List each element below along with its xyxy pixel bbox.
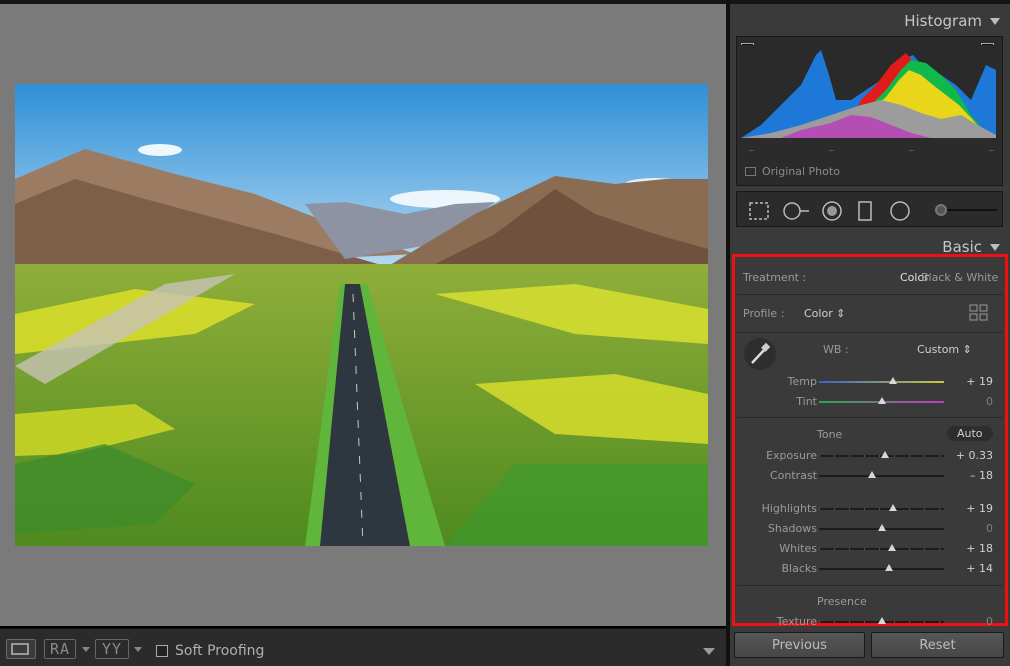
exposure-label: Exposure xyxy=(766,449,817,462)
before-after-button[interactable]: RA xyxy=(44,639,76,659)
basic-panel: Treatment : Color Black & White Profile … xyxy=(732,254,1008,628)
tint-value[interactable]: 0 xyxy=(986,395,993,408)
shadows-label: Shadows xyxy=(767,522,817,535)
whites-label: Whites xyxy=(779,542,817,555)
loupe-view-icon xyxy=(11,643,29,655)
reset-button[interactable]: Reset xyxy=(871,632,1004,658)
histogram-readout: – – – – xyxy=(749,145,994,156)
shadows-value[interactable]: 0 xyxy=(986,522,993,535)
highlights-value[interactable]: + 19 xyxy=(966,502,993,515)
spot-removal-icon[interactable] xyxy=(781,200,811,222)
separator xyxy=(737,417,1003,418)
original-photo-label[interactable]: Original Photo xyxy=(762,165,840,178)
highlights-slider[interactable] xyxy=(819,504,944,511)
tool-strip xyxy=(736,191,1003,227)
photo-preview[interactable] xyxy=(15,84,708,546)
separator xyxy=(737,585,1003,586)
contrast-value[interactable]: – 18 xyxy=(970,469,993,482)
tint-slider-thumb[interactable] xyxy=(877,397,886,404)
contrast-label: Contrast xyxy=(769,469,817,482)
whites-slider[interactable] xyxy=(819,544,944,551)
original-photo-checkbox[interactable] xyxy=(745,167,756,176)
readout-extra: – xyxy=(989,145,994,156)
temp-slider[interactable] xyxy=(819,377,944,384)
collapse-histogram-icon[interactable] xyxy=(990,17,1000,25)
before-after-dropdown-icon[interactable] xyxy=(82,647,90,652)
temp-value[interactable]: + 19 xyxy=(966,375,993,388)
blacks-slider-thumb[interactable] xyxy=(885,564,893,571)
presence-label: Presence xyxy=(817,595,867,608)
texture-value[interactable]: 0 xyxy=(986,615,993,628)
histogram-title: Histogram xyxy=(904,12,982,30)
graduated-filter-icon[interactable] xyxy=(857,200,873,222)
shadows-slider-thumb[interactable] xyxy=(877,524,886,531)
whites-slider-thumb[interactable] xyxy=(887,544,896,551)
shadows-slider[interactable] xyxy=(819,524,944,531)
brush-slider-thumb[interactable] xyxy=(935,204,947,216)
wb-eyedropper-icon[interactable] xyxy=(743,337,777,371)
landscape-photo xyxy=(15,84,708,546)
wb-select[interactable]: Custom ⇕ xyxy=(917,343,972,356)
blacks-slider[interactable] xyxy=(819,564,944,571)
wb-label: WB : xyxy=(823,343,849,356)
tint-slider[interactable] xyxy=(819,397,944,404)
texture-label: Texture xyxy=(776,615,817,628)
tone-auto-button[interactable]: Auto xyxy=(947,426,993,441)
tint-label: Tint xyxy=(796,395,817,408)
temp-label: Temp xyxy=(787,375,817,388)
whites-value[interactable]: + 18 xyxy=(966,542,993,555)
soft-proofing-label[interactable]: Soft Proofing xyxy=(175,643,264,659)
soft-proofing-checkbox[interactable] xyxy=(156,645,168,657)
texture-slider[interactable] xyxy=(819,617,944,624)
exposure-slider-thumb[interactable] xyxy=(881,451,890,458)
highlights-slider-thumb[interactable] xyxy=(888,504,897,511)
adjustment-brush-slider[interactable] xyxy=(935,204,997,216)
profile-label: Profile : xyxy=(743,307,785,320)
toolbar-menu-icon[interactable] xyxy=(703,648,715,655)
profile-browser-icon[interactable] xyxy=(969,304,989,322)
tone-label: Tone xyxy=(817,428,843,441)
blacks-value[interactable]: + 14 xyxy=(966,562,993,575)
previous-button[interactable]: Previous xyxy=(734,632,865,658)
loupe-view-button[interactable] xyxy=(6,639,36,659)
profile-select[interactable]: Color ⇕ xyxy=(804,307,845,320)
before-after-split-button[interactable]: YY xyxy=(95,639,129,659)
exposure-value[interactable]: + 0.33 xyxy=(956,449,993,462)
exposure-slider[interactable] xyxy=(819,451,944,458)
bottom-toolbar: RA YY Soft Proofing xyxy=(0,628,726,666)
histogram[interactable]: – – – – Original Photo xyxy=(736,36,1003,186)
red-eye-icon[interactable] xyxy=(821,200,843,222)
readout-r: – xyxy=(749,145,754,156)
collapse-basic-icon[interactable] xyxy=(990,243,1000,251)
treatment-bw-option[interactable]: Black & White xyxy=(921,271,998,284)
treatment-label: Treatment : xyxy=(743,271,807,284)
image-canvas[interactable] xyxy=(0,4,726,626)
readout-g: – xyxy=(829,145,834,156)
histogram-graph xyxy=(741,45,996,138)
split-dropdown-icon[interactable] xyxy=(134,647,142,652)
histogram-header[interactable]: Histogram xyxy=(904,12,1000,30)
readout-b: – xyxy=(909,145,914,156)
texture-slider-thumb[interactable] xyxy=(877,617,886,624)
highlights-label: Highlights xyxy=(761,502,817,515)
temp-slider-thumb[interactable] xyxy=(888,377,897,384)
blacks-label: Blacks xyxy=(781,562,818,575)
right-panel: Histogram – – – – Original Photo Basic T… xyxy=(730,4,1010,666)
contrast-slider-thumb[interactable] xyxy=(867,471,876,478)
separator xyxy=(737,294,1003,295)
radial-filter-icon[interactable] xyxy=(889,200,911,222)
crop-overlay-icon[interactable] xyxy=(747,200,771,222)
contrast-slider[interactable] xyxy=(819,471,944,478)
separator xyxy=(737,332,1003,333)
